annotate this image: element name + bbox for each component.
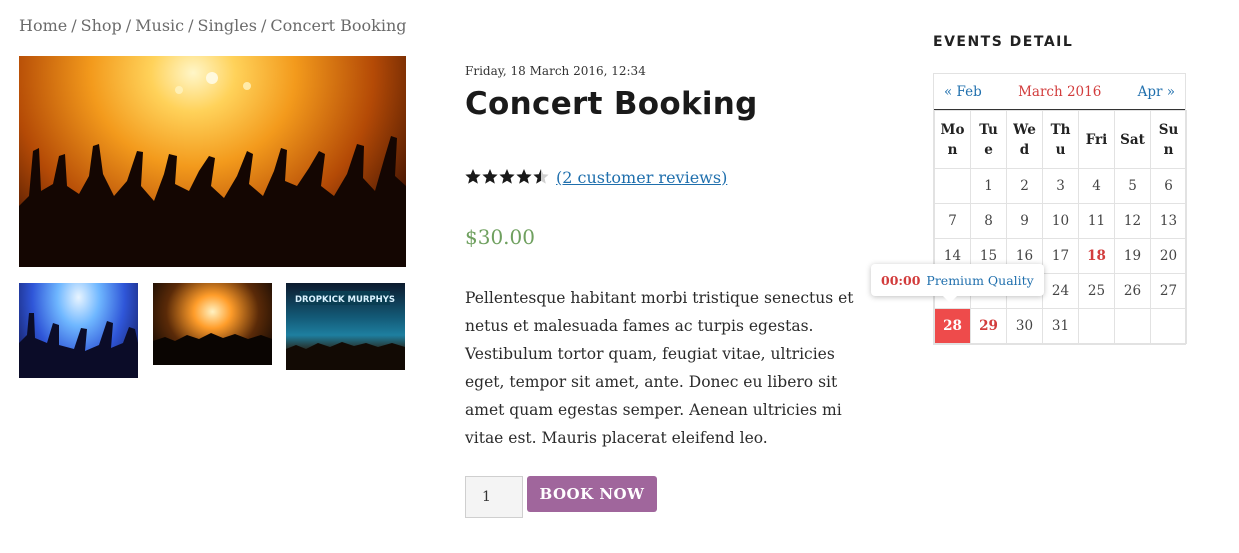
breadcrumb-separator: / xyxy=(188,16,194,35)
calendar-day: 26 xyxy=(1114,273,1151,309)
event-tooltip: 00:00 Premium Quality xyxy=(871,264,1044,303)
breadcrumb-current: Concert Booking xyxy=(270,16,407,35)
event-time: 00:00 xyxy=(881,272,921,288)
breadcrumb-singles[interactable]: Singles xyxy=(198,16,257,35)
calendar-day: 12 xyxy=(1114,203,1151,239)
gallery-thumbnail-2[interactable] xyxy=(153,283,272,365)
calendar-day: 27 xyxy=(1150,273,1187,309)
breadcrumb-home[interactable]: Home xyxy=(19,16,67,35)
calendar-day: 4 xyxy=(1078,168,1115,204)
product-price: $30.00 xyxy=(465,225,535,249)
calendar-next-month-link[interactable]: Apr » xyxy=(1138,84,1175,100)
calendar-week-row: 123456 xyxy=(934,168,1187,204)
breadcrumb-separator: / xyxy=(260,16,267,35)
star-icon xyxy=(482,169,498,184)
calendar-empty-cell xyxy=(1150,308,1187,344)
calendar-day: 8 xyxy=(970,203,1007,239)
calendar-day: 7 xyxy=(934,203,971,239)
calendar-day: 30 xyxy=(1006,308,1043,344)
event-link[interactable]: Premium Quality xyxy=(926,273,1033,288)
calendar-day-event[interactable]: 29 xyxy=(970,308,1007,344)
calendar-day: 20 xyxy=(1150,238,1187,274)
calendar-day-event[interactable]: 18 xyxy=(1078,238,1115,274)
calendar-day: 3 xyxy=(1042,168,1079,204)
banner-text: DROPKICK MURPHYS xyxy=(295,295,395,305)
calendar-day: 19 xyxy=(1114,238,1151,274)
weekday-sat: Sat xyxy=(1114,110,1151,169)
calendar-day: 10 xyxy=(1042,203,1079,239)
calendar-days: 1234567891011121314151617181920212223242… xyxy=(934,168,1187,344)
calendar-day: 5 xyxy=(1114,168,1151,204)
calendar-day: 13 xyxy=(1150,203,1187,239)
gallery-thumbnail-3[interactable]: DROPKICK MURPHYS xyxy=(286,283,405,370)
calendar-empty-cell xyxy=(1078,308,1115,344)
weekday-sun: Sun xyxy=(1150,110,1187,169)
quantity-input[interactable] xyxy=(465,476,523,518)
star-icon xyxy=(533,169,549,184)
calendar-day: 6 xyxy=(1150,168,1187,204)
calendar-day: 17 xyxy=(1042,238,1079,274)
calendar-day: 2 xyxy=(1006,168,1043,204)
calendar-prev-month-link[interactable]: « Feb xyxy=(944,84,982,100)
calendar-day: 1 xyxy=(970,168,1007,204)
product-date: Friday, 18 March 2016, 12:34 xyxy=(465,64,646,78)
customer-reviews-link[interactable]: (2 customer reviews) xyxy=(556,168,727,187)
product-title: Concert Booking xyxy=(465,86,758,122)
calendar-nav: « Feb March 2016 Apr » xyxy=(934,74,1185,110)
crowd-silhouette xyxy=(153,333,272,365)
calendar-day: 11 xyxy=(1078,203,1115,239)
calendar-day: 25 xyxy=(1078,273,1115,309)
star-rating xyxy=(465,167,550,187)
events-calendar: « Feb March 2016 Apr » Mon Tue Wed Thu F… xyxy=(933,73,1187,345)
weekday-wed: Wed xyxy=(1006,110,1043,169)
calendar-empty-cell xyxy=(1114,308,1151,344)
weekday-fri: Fri xyxy=(1078,110,1115,169)
calendar-empty-cell xyxy=(934,168,971,204)
calendar-week-row: 7 8 9 10 11 12 13 xyxy=(934,203,1187,239)
product-description: Pellentesque habitant morbi tristique se… xyxy=(465,289,854,447)
product-rating: (2 customer reviews) xyxy=(465,167,727,187)
crowd-silhouette xyxy=(19,313,138,378)
breadcrumb-music[interactable]: Music xyxy=(135,16,184,35)
crowd-silhouette xyxy=(19,72,406,267)
star-rating-icon xyxy=(465,169,549,184)
stage-banner-image: DROPKICK MURPHYS xyxy=(286,291,405,370)
weekday-mon: Mon xyxy=(934,110,971,169)
star-icon xyxy=(516,169,532,184)
breadcrumb-separator: / xyxy=(125,16,132,35)
star-icon xyxy=(499,169,515,184)
calendar-day-today[interactable]: 28 xyxy=(934,308,971,344)
calendar-day: 31 xyxy=(1042,308,1079,344)
calendar-weekday-row: Mon Tue Wed Thu Fri Sat Sun xyxy=(934,110,1187,169)
star-icon xyxy=(465,169,481,184)
widget-title: EVENTS DETAIL xyxy=(933,34,1074,50)
calendar-week-row: 28 29 30 31 xyxy=(934,308,1187,344)
calendar-month-label: March 2016 xyxy=(1018,83,1102,100)
gallery-thumbnail-1[interactable] xyxy=(19,283,138,378)
calendar-day: 9 xyxy=(1006,203,1043,239)
breadcrumb: Home / Shop / Music / Singles / Concert Booking xyxy=(19,16,407,35)
calendar-day: 24 xyxy=(1042,273,1079,309)
calendar-grid: Mon Tue Wed Thu Fri Sat Sun 1 2 3 4 5 6 7 8 9 10 1… xyxy=(934,110,1187,344)
main-product-image[interactable] xyxy=(19,56,406,267)
weekday-thu: Thu xyxy=(1042,110,1079,169)
breadcrumb-separator: / xyxy=(71,16,77,35)
breadcrumb-shop[interactable]: Shop xyxy=(81,16,122,35)
book-now-button[interactable]: BOOK NOW xyxy=(527,476,657,512)
weekday-tue: Tue xyxy=(970,110,1007,169)
